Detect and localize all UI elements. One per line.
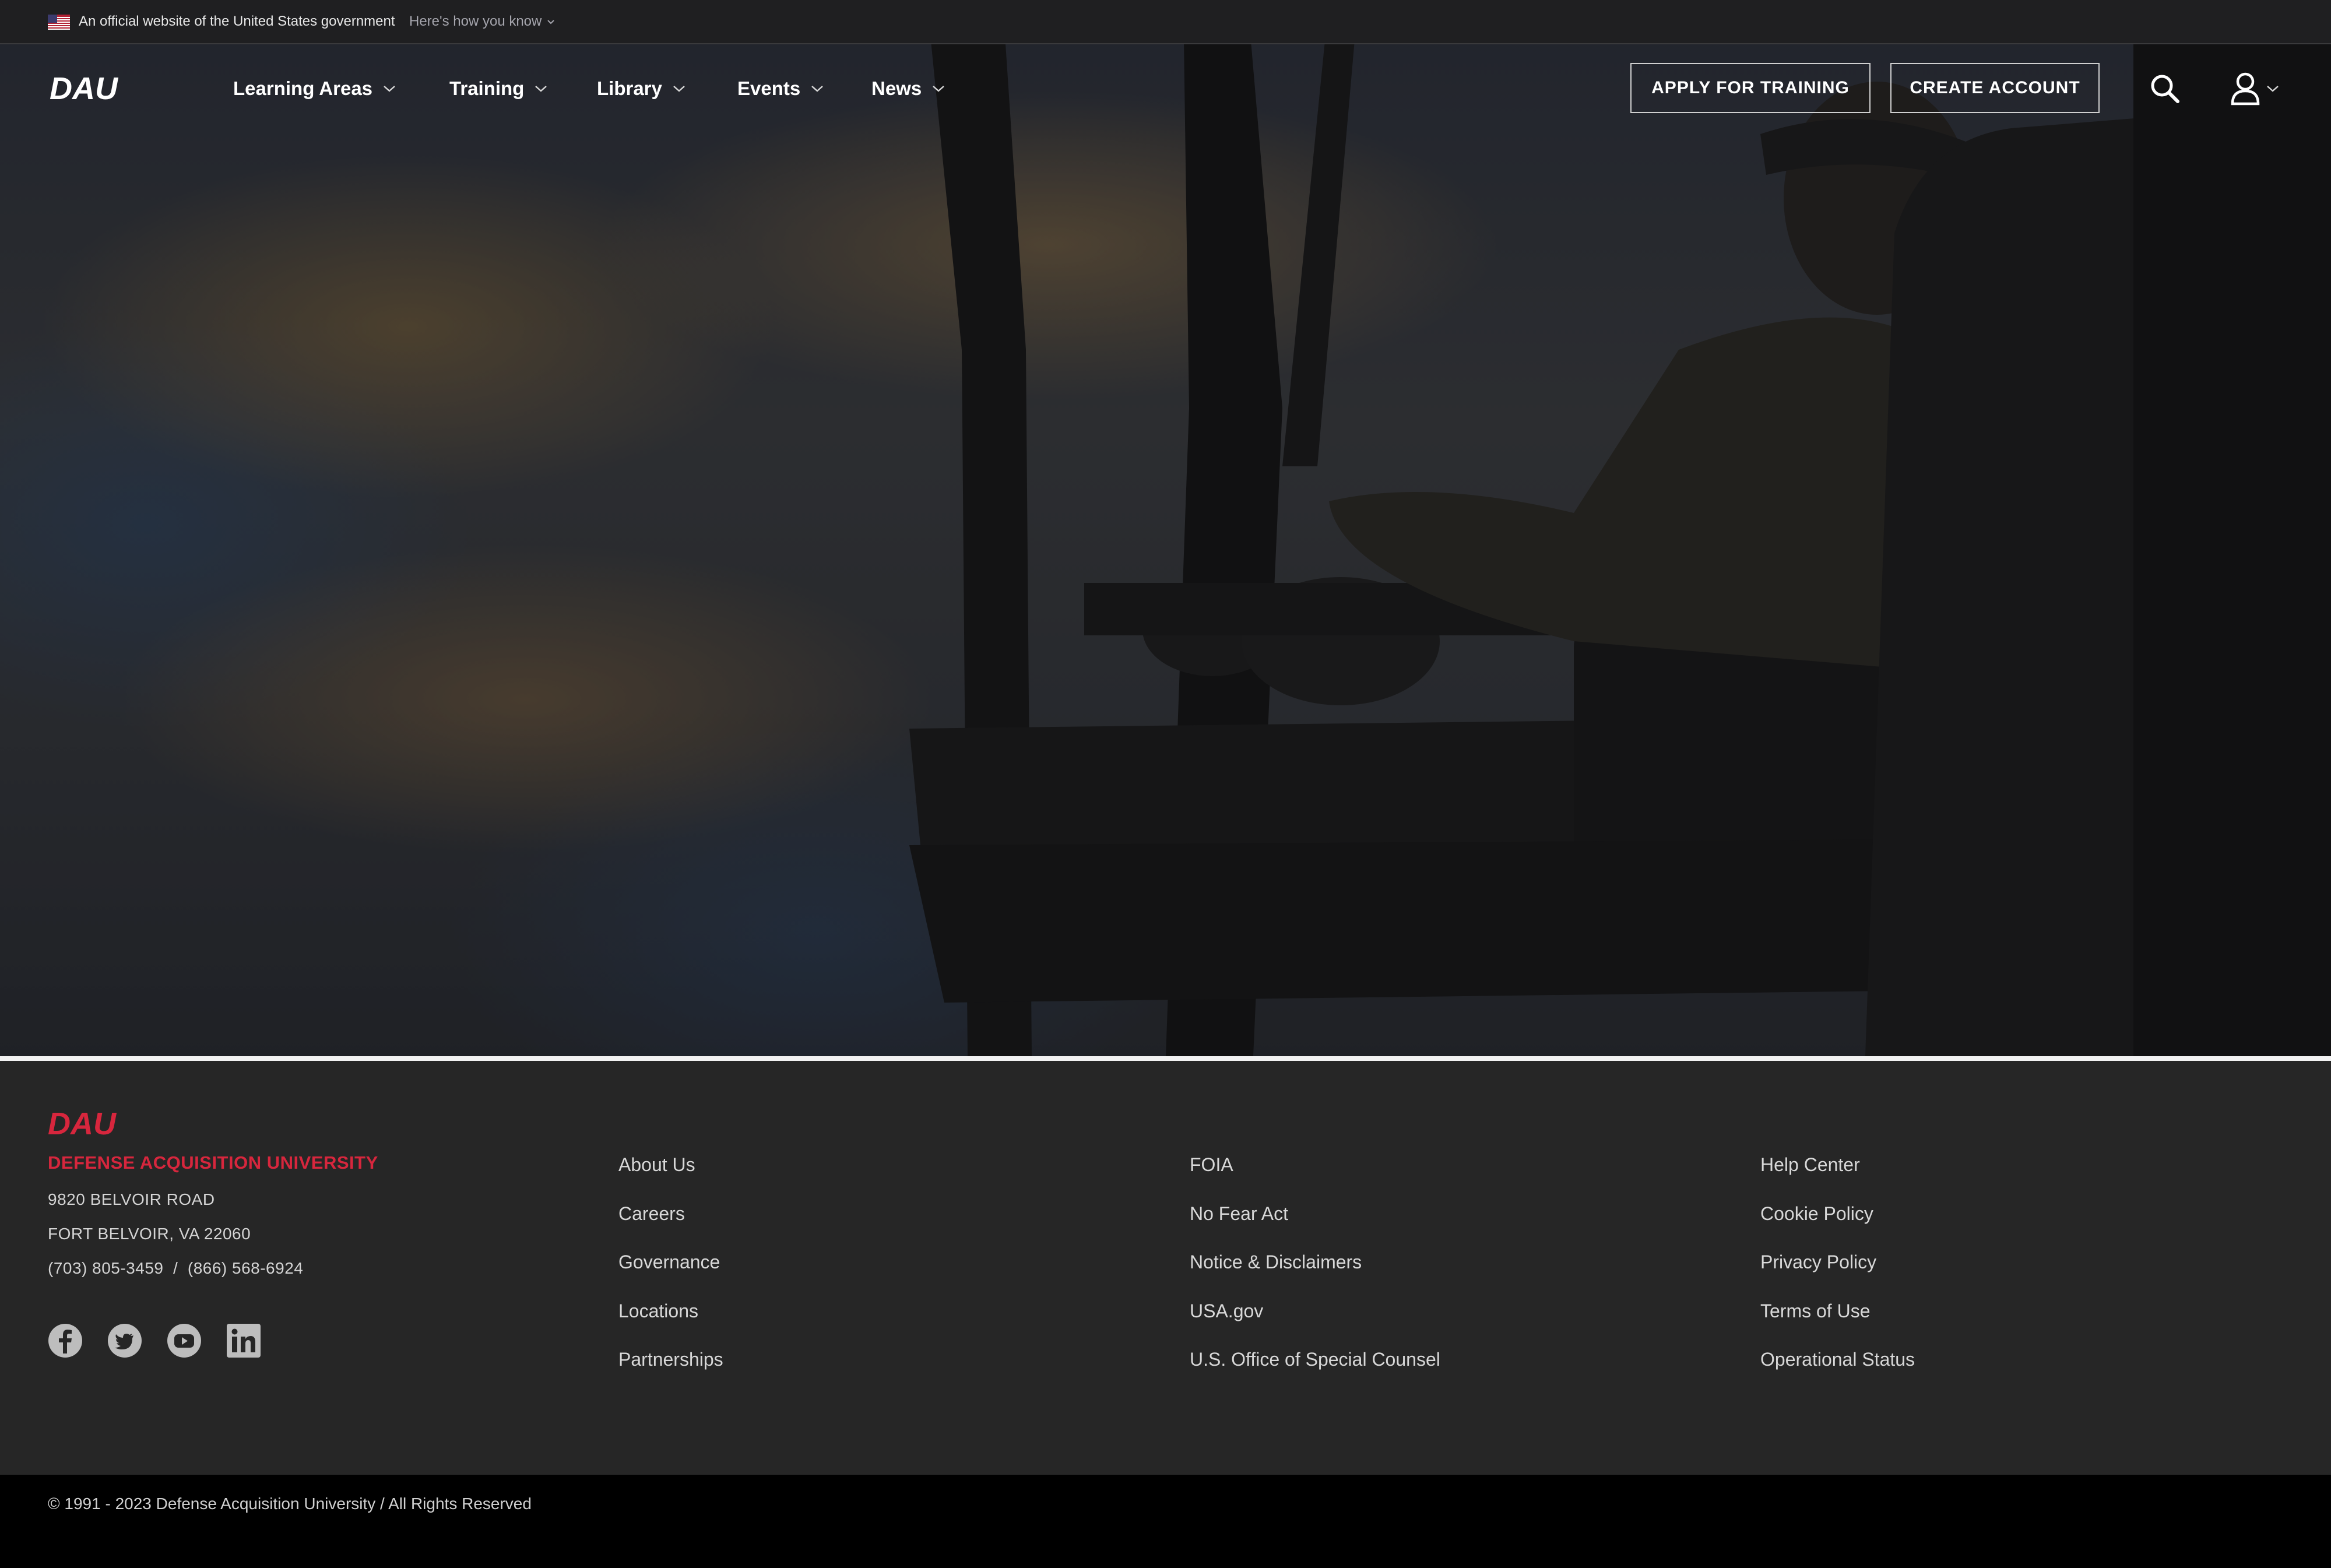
chevron-down-icon xyxy=(535,86,547,92)
footer-links-help: Help Center Cookie Policy Privacy Policy… xyxy=(1760,1153,1915,1397)
footer-link-special-counsel[interactable]: U.S. Office of Special Counsel xyxy=(1190,1348,1440,1397)
user-icon xyxy=(2231,72,2260,106)
nav-news[interactable]: News xyxy=(871,77,945,100)
site-footer: DAU DEFENSE ACQUISITION UNIVERSITY 9820 … xyxy=(0,1061,2331,1475)
svg-text:DAU: DAU xyxy=(48,1109,117,1138)
nav-label: Events xyxy=(737,78,801,99)
gov-banner: An official website of the United States… xyxy=(0,0,2331,44)
chevron-down-icon xyxy=(384,86,395,92)
address-line-1: 9820 BELVOIR ROAD xyxy=(48,1190,215,1208)
dau-logo[interactable]: DAU xyxy=(50,73,149,104)
facebook-icon[interactable] xyxy=(48,1323,83,1358)
footer-link-partnerships[interactable]: Partnerships xyxy=(618,1348,723,1397)
footer-dau-logo[interactable]: DAU xyxy=(48,1109,147,1138)
university-name: DEFENSE ACQUISITION UNIVERSITY xyxy=(48,1152,378,1173)
gov-banner-text: An official website of the United States… xyxy=(79,13,395,29)
footer-link-usa-gov[interactable]: USA.gov xyxy=(1190,1299,1440,1348)
chevron-down-icon xyxy=(547,20,555,24)
chevron-down-icon xyxy=(2267,86,2279,92)
apply-for-training-button[interactable]: APPLY FOR TRAINING xyxy=(1630,63,1871,113)
youtube-icon[interactable] xyxy=(167,1323,202,1358)
footer-link-about-us[interactable]: About Us xyxy=(618,1153,723,1202)
chevron-down-icon xyxy=(933,86,945,92)
hero-divider xyxy=(0,1056,2331,1061)
how-you-know-label: Here's how you know xyxy=(409,13,542,29)
footer-link-cookie-policy[interactable]: Cookie Policy xyxy=(1760,1202,1915,1251)
user-menu-button[interactable] xyxy=(2230,71,2279,106)
nav-label: News xyxy=(871,78,922,99)
us-flag-icon xyxy=(48,15,70,30)
how-you-know-link[interactable]: Here's how you know xyxy=(409,12,555,31)
search-button[interactable] xyxy=(2149,72,2181,105)
footer-link-no-fear-act[interactable]: No Fear Act xyxy=(1190,1202,1440,1251)
chevron-down-icon xyxy=(811,86,824,92)
footer-link-governance[interactable]: Governance xyxy=(618,1250,723,1299)
footer-link-locations[interactable]: Locations xyxy=(618,1299,723,1348)
footer-link-privacy-policy[interactable]: Privacy Policy xyxy=(1760,1250,1915,1299)
address-line-2: FORT BELVOIR, VA 22060 xyxy=(48,1225,251,1243)
svg-text:DAU: DAU xyxy=(50,73,119,104)
nav-label: Learning Areas xyxy=(233,78,373,99)
hero-image xyxy=(0,0,2331,1056)
footer-link-operational-status[interactable]: Operational Status xyxy=(1760,1348,1915,1397)
footer-link-notice-disclaimers[interactable]: Notice & Disclaimers xyxy=(1190,1250,1440,1299)
nav-library[interactable]: Library xyxy=(597,77,685,100)
footer-link-careers[interactable]: Careers xyxy=(618,1202,723,1251)
phone-numbers: (703) 805-3459 / (866) 568-6924 xyxy=(48,1259,304,1277)
create-account-button[interactable]: CREATE ACCOUNT xyxy=(1890,63,2100,113)
footer-links-about: About Us Careers Governance Locations Pa… xyxy=(618,1153,723,1397)
main-navigation: DAU Learning Areas Training Library Even… xyxy=(0,44,2331,132)
chevron-down-icon xyxy=(673,86,685,92)
copyright-text: © 1991 - 2023 Defense Acquisition Univer… xyxy=(48,1495,532,1513)
footer-link-foia[interactable]: FOIA xyxy=(1190,1153,1440,1202)
nav-training[interactable]: Training xyxy=(449,77,547,100)
footer-link-terms-of-use[interactable]: Terms of Use xyxy=(1760,1299,1915,1348)
footer-link-help-center[interactable]: Help Center xyxy=(1760,1153,1915,1202)
search-icon xyxy=(2151,75,2179,103)
twitter-icon[interactable] xyxy=(107,1323,142,1358)
nav-label: Library xyxy=(597,78,662,99)
copyright-bar: © 1991 - 2023 Defense Acquisition Univer… xyxy=(0,1475,2331,1568)
nav-label: Training xyxy=(449,78,525,99)
nav-learning-areas[interactable]: Learning Areas xyxy=(233,77,396,100)
linkedin-icon[interactable] xyxy=(226,1323,261,1358)
social-links xyxy=(48,1323,261,1358)
nav-events[interactable]: Events xyxy=(737,77,824,100)
footer-links-legal: FOIA No Fear Act Notice & Disclaimers US… xyxy=(1190,1153,1440,1397)
